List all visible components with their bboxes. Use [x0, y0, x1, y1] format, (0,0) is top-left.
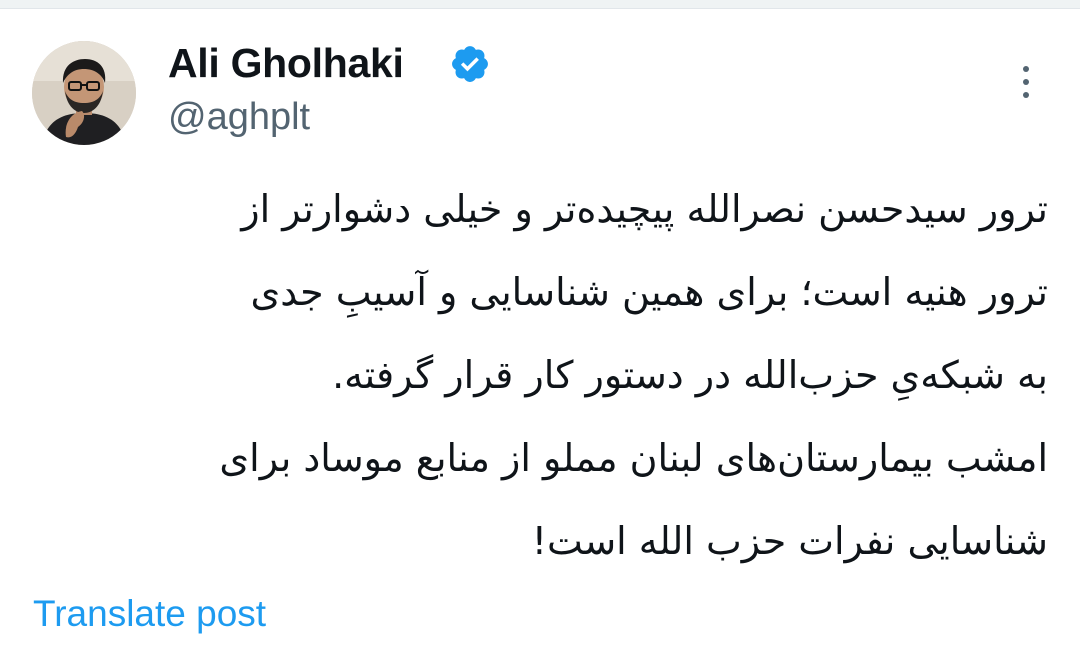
post-text: ترور سیدحسن نصرالله پیچیده‌تر و خیلی دشو… [48, 168, 1048, 583]
author-handle[interactable]: @aghplt [168, 93, 310, 141]
verified-badge-icon [452, 46, 488, 82]
more-vertical-icon [1023, 66, 1029, 72]
post-text-line: امشب بیمارستان‌های لبنان مملو از منابع م… [219, 436, 1048, 480]
post-text-line: به شبکه‌یِ حزب‌الله در دستور کار قرار گر… [332, 353, 1048, 397]
post-text-line: ترور هنیه است؛ برای همین شناسایی و آسیبِ… [250, 270, 1048, 314]
author-display-name[interactable]: Ali Gholhaki [168, 38, 404, 88]
post-text-line: ترور سیدحسن نصرالله پیچیده‌تر و خیلی دشو… [241, 187, 1048, 231]
more-vertical-icon-dot [1023, 79, 1029, 85]
top-divider [0, 0, 1080, 9]
avatar[interactable] [32, 41, 136, 145]
translate-post-link[interactable]: Translate post [33, 590, 266, 638]
avatar-photo [32, 41, 136, 145]
more-options-button[interactable] [1006, 58, 1046, 106]
post-text-line: شناسایی نفرات حزب الله است! [531, 519, 1048, 563]
more-vertical-icon-dot [1023, 92, 1029, 98]
